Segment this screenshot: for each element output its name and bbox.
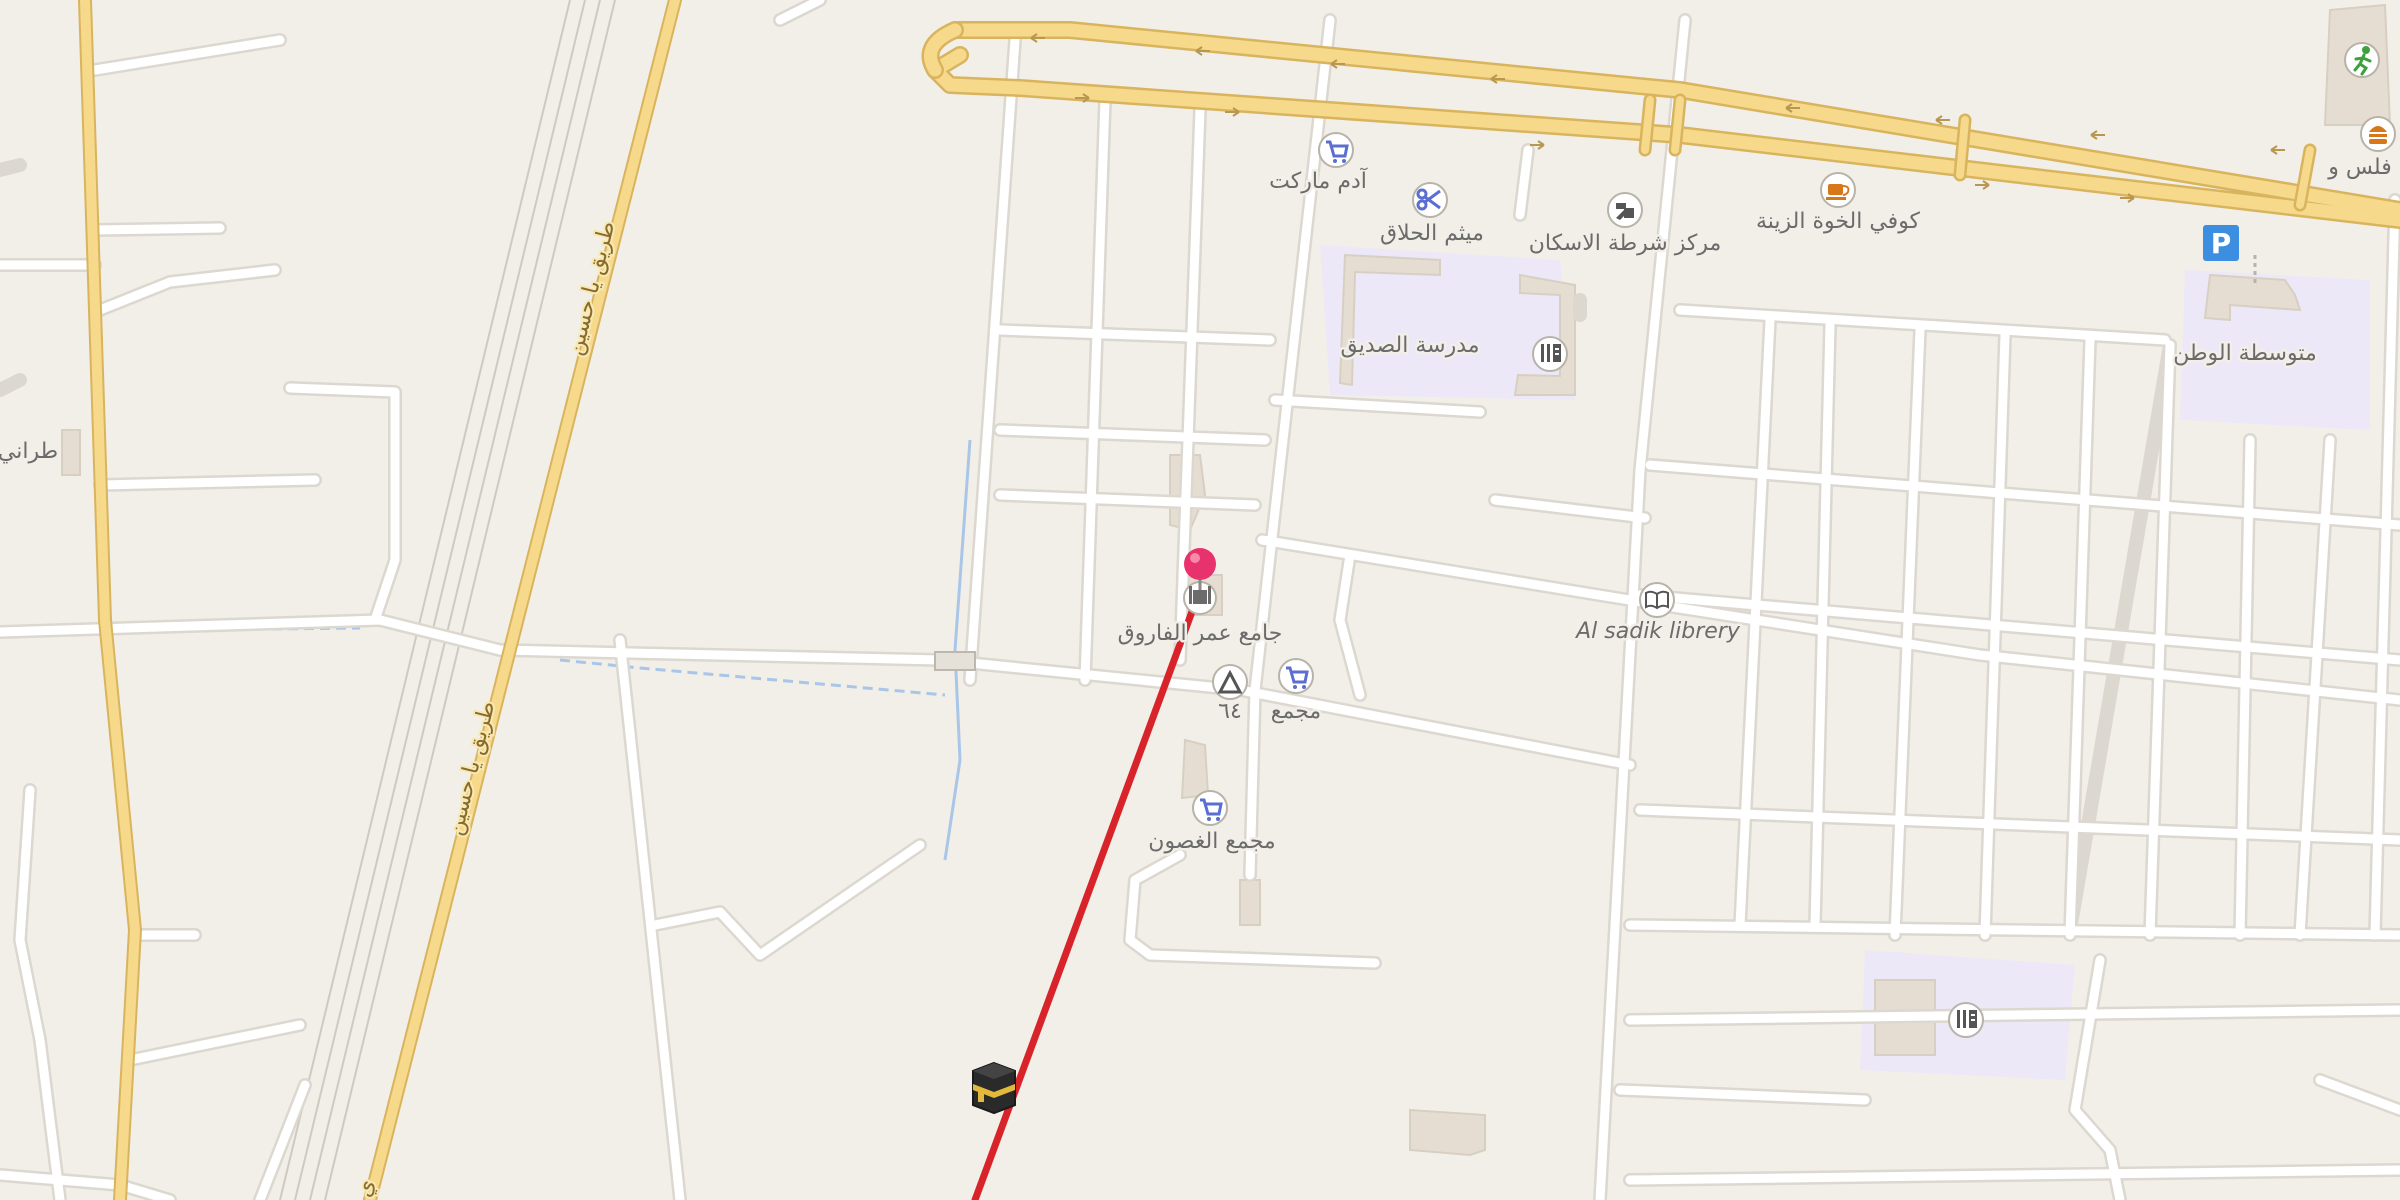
parking-icon[interactable]: P	[2203, 225, 2239, 261]
mosque-label: جامع عمر الفاروق	[1118, 621, 1283, 646]
sport-poi[interactable]	[2344, 42, 2380, 78]
peak-label: ٦٤	[1218, 699, 1242, 724]
shop-ghosoon-label: مجمع الغصون	[1148, 829, 1275, 854]
cafe-label: كوفي الخوة الزينة	[1756, 209, 1921, 234]
school-sadiq-poi[interactable]	[1532, 336, 1568, 372]
barber-label: ميثم الحلاق	[1380, 221, 1484, 246]
library-label: Al sadik librery	[1574, 619, 1741, 644]
bridge	[934, 651, 976, 671]
school-poi-bottom[interactable]	[1948, 1002, 1984, 1038]
right-edge-label: فلس و	[2327, 155, 2391, 180]
map-canvas[interactable]: طريق يا حسين طريق يا حسين ي جامع عمر الف…	[0, 0, 2400, 1200]
left-edge-label: طراني	[0, 439, 58, 464]
fastfood-poi[interactable]	[2360, 116, 2396, 152]
school-sadiq-label: مدرسة الصديق	[1340, 333, 1479, 358]
parking-letter: P	[2211, 227, 2232, 260]
school-watan-label: متوسطة الوطن	[2173, 341, 2317, 366]
kaaba-icon[interactable]	[972, 1061, 1016, 1115]
police-label: مركز شرطة الاسكان	[1529, 231, 1722, 256]
shop-1-label: مجمع	[1271, 699, 1321, 724]
adam-market-label: آدم ماركت	[1269, 167, 1368, 194]
